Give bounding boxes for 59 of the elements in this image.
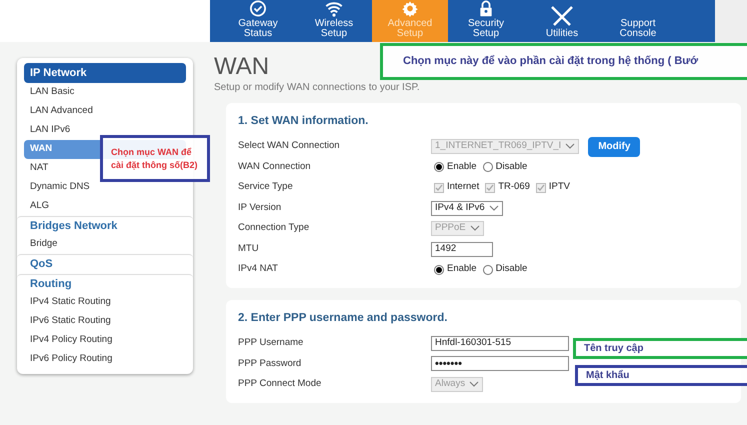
nav-tab[interactable]: Wireless Setup xyxy=(296,0,372,42)
page-title: WAN xyxy=(214,54,270,80)
field-label: PPP Password xyxy=(238,356,302,371)
input-field[interactable]: 1492 xyxy=(431,242,493,256)
callout-text: Chọn mục này để vào phần cài đặt trong hệ thống ( Bướ xyxy=(403,54,698,70)
sidebar-group[interactable]: Bridges Network xyxy=(17,216,193,235)
option-label: Disable xyxy=(496,262,528,276)
checkbox[interactable] xyxy=(434,182,444,192)
nav-tab[interactable]: Utilities xyxy=(524,0,600,42)
chevron-down-icon xyxy=(469,380,480,388)
sidebar-item[interactable]: LAN Advanced xyxy=(24,102,186,120)
sidebar-item[interactable]: ALG xyxy=(24,196,186,216)
nav-tab[interactable]: Support Console xyxy=(600,0,676,42)
sidebar-group[interactable]: QoS xyxy=(17,254,193,274)
radio-button[interactable] xyxy=(434,162,444,172)
page-subtitle: Setup or modify WAN connections to your ISP. xyxy=(214,81,421,95)
chevron-down-icon xyxy=(565,143,576,150)
field-label: IP Version xyxy=(238,200,282,215)
sidebar-item[interactable]: IPv4 Policy Routing xyxy=(24,331,186,350)
option-label: TR-069 xyxy=(498,180,530,194)
sidebar-group[interactable]: IP Network xyxy=(24,63,186,82)
header-strip xyxy=(715,0,747,42)
sidebar-item[interactable]: IPv6 Static Routing xyxy=(24,312,186,331)
callout-text: Chọn mục WAN để cài đặt thông số(B2) xyxy=(111,146,199,172)
dropdown[interactable]: IPv4 & IPv6 xyxy=(431,200,503,216)
field-label: WAN Connection xyxy=(238,160,312,174)
sidebar-item[interactable]: LAN Basic xyxy=(24,82,186,102)
password-field[interactable]: ••••••• xyxy=(431,356,569,372)
option-label: Enable xyxy=(447,160,477,174)
input-field[interactable]: Hnfdl-160301-515 xyxy=(431,336,569,351)
checkbox[interactable] xyxy=(485,182,496,192)
radio-button[interactable] xyxy=(482,162,493,172)
radio-button[interactable] xyxy=(482,264,493,274)
option-label: Internet xyxy=(447,180,480,194)
chevron-down-icon xyxy=(488,204,499,212)
radio-button[interactable] xyxy=(434,264,444,274)
checkbox[interactable] xyxy=(536,182,546,192)
option-label: IPTV xyxy=(548,180,570,194)
option-label: Disable xyxy=(496,160,528,174)
section-title: 2. Enter PPP username and password. xyxy=(238,310,448,326)
field-label: IPv4 NAT xyxy=(238,262,279,276)
field-label: MTU xyxy=(238,242,260,256)
field-label: Connection Type xyxy=(238,221,310,236)
field-label: PPP Connect Mode xyxy=(238,377,322,392)
sidebar-item[interactable]: Bridge xyxy=(24,235,186,254)
sidebar-item[interactable]: Dynamic DNS xyxy=(24,178,186,196)
sidebar-item[interactable]: IPv4 Static Routing xyxy=(24,293,186,312)
section-title: 1. Set WAN information. xyxy=(238,114,370,129)
nav-tab[interactable]: Security Setup xyxy=(448,0,524,42)
field-label: PPP Username xyxy=(238,336,304,350)
callout-text: Tên truy cập xyxy=(584,342,644,356)
nav-tab[interactable]: Gateway Status xyxy=(220,0,296,42)
sidebar-group[interactable]: Routing xyxy=(17,274,193,293)
chevron-down-icon xyxy=(470,225,480,232)
field-label: Select WAN Connection xyxy=(238,139,341,154)
callout-text: Mật khẩu xyxy=(586,368,630,383)
field-label: Service Type xyxy=(238,180,294,194)
option-label: Enable xyxy=(447,262,477,276)
sidebar-item[interactable]: IPv6 Policy Routing xyxy=(24,350,186,369)
